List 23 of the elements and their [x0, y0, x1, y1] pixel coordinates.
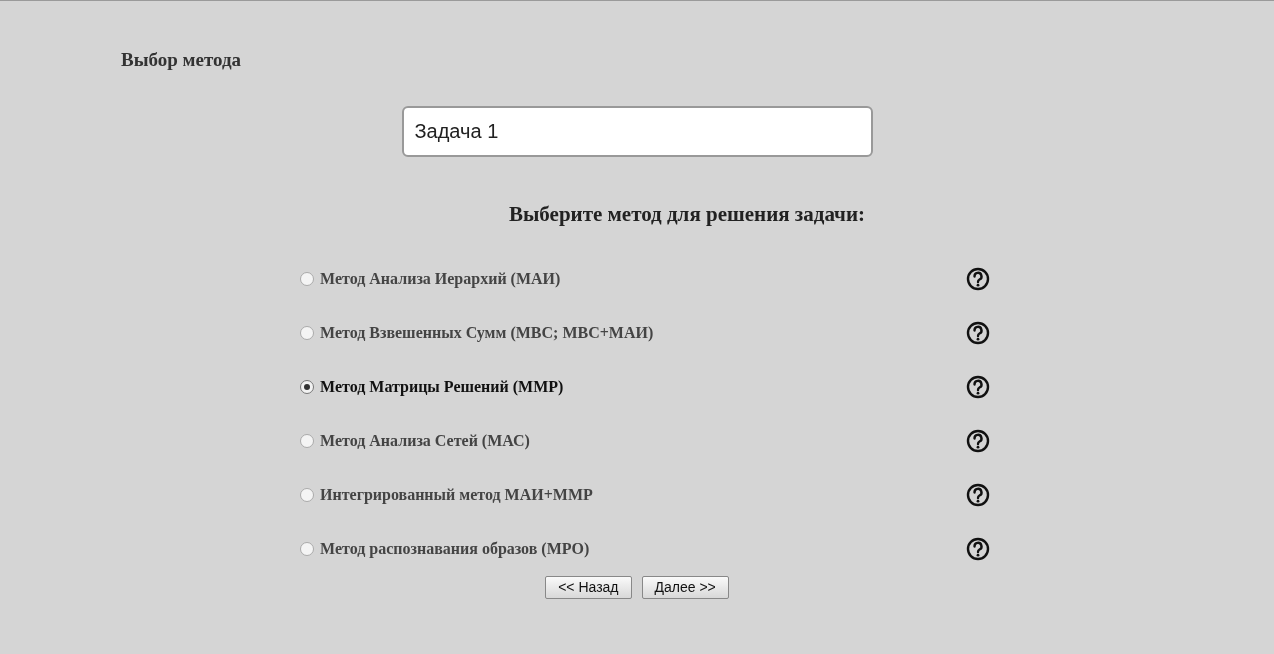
method-label[interactable]: Метод Взвешенных Сумм (МВС; МВС+МАИ)	[320, 320, 654, 345]
method-label[interactable]: Метод Матрицы Решений (ММР)	[320, 374, 564, 399]
method-label[interactable]: Интегрированный метод МАИ+ММР	[320, 482, 593, 507]
help-icon[interactable]	[966, 428, 990, 453]
radio-button[interactable]	[300, 271, 314, 286]
help-icon[interactable]	[966, 482, 990, 507]
page-title: Выбор метода	[121, 48, 242, 72]
help-icon[interactable]	[966, 374, 990, 399]
method-label[interactable]: Метод распознавания образов (МРО)	[320, 536, 590, 561]
nav-button[interactable]: << Назад	[545, 575, 632, 599]
help-icon[interactable]	[966, 320, 990, 345]
radio-button[interactable]	[300, 487, 314, 502]
task-name-field[interactable]: Задача 1	[401, 106, 873, 157]
radio-button[interactable]	[300, 433, 314, 448]
method-label[interactable]: Метод Анализа Сетей (МАС)	[320, 428, 530, 453]
radio-button[interactable]	[300, 325, 314, 340]
nav-button[interactable]: Далее >>	[641, 575, 729, 599]
method-prompt: Выберите метод для решения задачи:	[508, 201, 866, 228]
help-icon[interactable]	[966, 266, 990, 291]
radio-button[interactable]	[300, 379, 314, 394]
method-label[interactable]: Метод Анализа Иерархий (МАИ)	[320, 266, 561, 291]
help-icon[interactable]	[966, 536, 990, 561]
radio-button[interactable]	[300, 541, 314, 556]
